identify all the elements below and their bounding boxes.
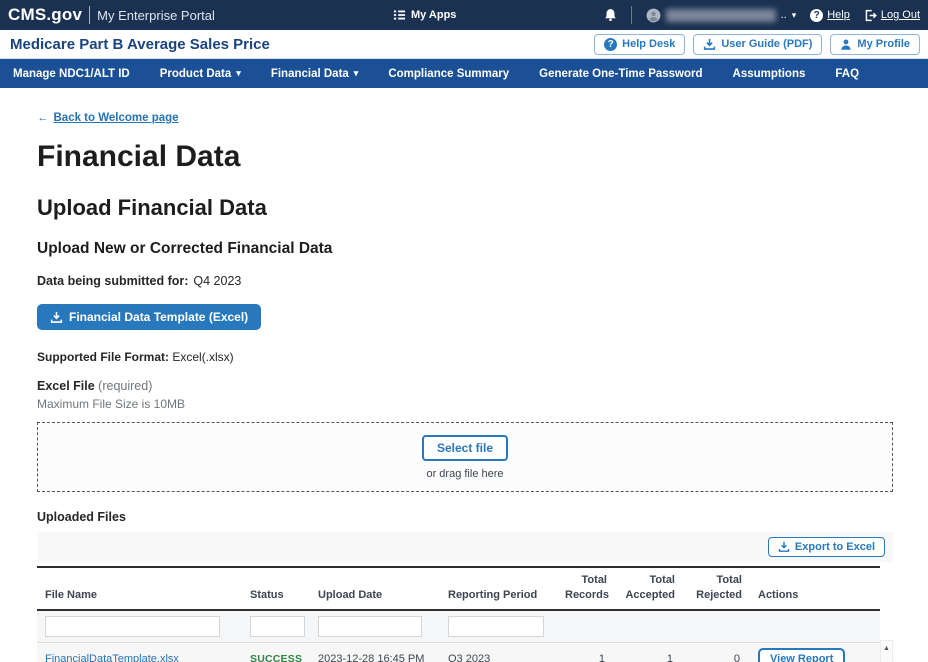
- logout-icon: [864, 9, 877, 22]
- back-arrow-icon: ←: [37, 112, 49, 124]
- main-navigation: Manage NDC1/ALT ID Product Data ▾ Financ…: [0, 59, 928, 88]
- my-profile-label: My Profile: [857, 38, 910, 50]
- user-guide-button[interactable]: User Guide (PDF): [693, 34, 822, 55]
- user-avatar-icon: [646, 8, 661, 23]
- filter-status-input[interactable]: [250, 616, 305, 637]
- user-account-dropdown[interactable]: .. ▾: [646, 8, 797, 23]
- filter-file-name-input[interactable]: [45, 616, 220, 637]
- top-header-bar: CMS.gov My Enterprise Portal My Apps .. …: [0, 0, 928, 30]
- brand-divider: [89, 6, 90, 24]
- help-question-icon: ?: [810, 9, 823, 22]
- financial-data-template-button[interactable]: Financial Data Template (Excel): [37, 304, 261, 330]
- table-scrollbar[interactable]: ▲: [880, 640, 893, 662]
- filter-reporting-period-input[interactable]: [448, 616, 544, 637]
- user-guide-label: User Guide (PDF): [721, 38, 812, 50]
- max-file-size-hint: Maximum File Size is 10MB: [37, 397, 928, 411]
- total-accepted-cell: 1: [615, 642, 683, 662]
- export-button-label: Export to Excel: [795, 541, 875, 553]
- chevron-down-icon: ▾: [354, 69, 359, 78]
- log-out-label: Log Out: [881, 9, 920, 21]
- required-hint: (required): [98, 379, 152, 393]
- chevron-down-icon: ▾: [236, 69, 241, 78]
- reporting-period-cell: Q3 2023: [440, 642, 557, 662]
- download-icon: [50, 311, 63, 324]
- nav-compliance-summary[interactable]: Compliance Summary: [388, 68, 509, 80]
- back-to-welcome-link[interactable]: ← Back to Welcome page: [37, 112, 179, 124]
- view-report-button[interactable]: View Report: [758, 648, 845, 662]
- submitted-for-label: Data being submitted for:: [37, 274, 188, 288]
- section-title: Upload Financial Data: [37, 195, 928, 221]
- select-file-button[interactable]: Select file: [422, 435, 508, 461]
- total-records-cell: 1: [557, 642, 615, 662]
- main-content: ← Back to Welcome page Financial Data Up…: [0, 88, 928, 662]
- nav-financial-data[interactable]: Financial Data ▾: [271, 68, 359, 80]
- app-title-bar: Medicare Part B Average Sales Price ? He…: [0, 30, 928, 59]
- my-apps-label: My Apps: [411, 9, 456, 21]
- help-label: Help: [827, 9, 850, 21]
- col-total-rejected[interactable]: Total Rejected: [683, 567, 750, 610]
- supported-format-label: Supported File Format:: [37, 350, 169, 364]
- chevron-down-icon: ▾: [792, 11, 797, 20]
- table-header-row: File Name Status Upload Date Reporting P…: [37, 567, 880, 610]
- topbar-divider: [631, 6, 632, 24]
- uploaded-files-heading: Uploaded Files: [37, 510, 928, 524]
- help-link[interactable]: ? Help: [810, 9, 850, 22]
- uploaded-files-table: File Name Status Upload Date Reporting P…: [37, 566, 880, 662]
- col-status[interactable]: Status: [242, 567, 310, 610]
- my-profile-button[interactable]: My Profile: [830, 34, 920, 55]
- supported-format-line: Supported File Format: Excel(.xlsx): [37, 350, 928, 364]
- col-total-records[interactable]: Total Records: [557, 567, 615, 610]
- status-badge: SUCCESS: [250, 653, 302, 662]
- excel-file-label: Excel File: [37, 379, 95, 393]
- nav-product-data[interactable]: Product Data ▾: [160, 68, 241, 80]
- username-suffix: ..: [781, 9, 787, 21]
- redacted-username: [666, 9, 776, 22]
- submitted-for-value: Q4 2023: [193, 274, 241, 288]
- supported-format-value: Excel(.xlsx): [172, 350, 233, 364]
- template-button-label: Financial Data Template (Excel): [69, 310, 248, 324]
- excel-file-label-line: Excel File (required): [37, 379, 928, 393]
- help-desk-button[interactable]: ? Help Desk: [594, 34, 685, 55]
- uploaded-files-table-container: File Name Status Upload Date Reporting P…: [37, 566, 893, 662]
- nav-generate-otp[interactable]: Generate One-Time Password: [539, 68, 702, 80]
- table-row: FinancialDataTemplate.xlsx SUCCESS 2023-…: [37, 642, 880, 662]
- my-apps-button[interactable]: My Apps: [393, 0, 456, 30]
- total-rejected-cell: 0: [683, 642, 750, 662]
- export-to-excel-button[interactable]: Export to Excel: [768, 537, 885, 557]
- help-desk-label: Help Desk: [622, 38, 675, 50]
- col-actions: Actions: [750, 567, 880, 610]
- question-circle-icon: ?: [604, 38, 617, 51]
- nav-assumptions[interactable]: Assumptions: [733, 68, 806, 80]
- notifications-bell-icon[interactable]: [604, 8, 617, 22]
- file-name-link[interactable]: FinancialDataTemplate.xlsx: [45, 653, 179, 662]
- portal-name: My Enterprise Portal: [97, 8, 215, 23]
- upload-date-cell: 2023-12-28 16:45 PM: [310, 642, 440, 662]
- log-out-link[interactable]: Log Out: [864, 9, 920, 22]
- person-icon: [840, 38, 852, 51]
- file-dropzone[interactable]: Select file or drag file here: [37, 422, 893, 492]
- table-toolbar: Export to Excel: [37, 532, 893, 562]
- page-title: Financial Data: [37, 140, 928, 174]
- col-file-name[interactable]: File Name: [37, 567, 242, 610]
- cms-brand[interactable]: CMS.gov My Enterprise Portal: [8, 5, 215, 25]
- nav-manage-ndc-alt-id[interactable]: Manage NDC1/ALT ID: [13, 68, 130, 80]
- nav-faq[interactable]: FAQ: [835, 68, 859, 80]
- filter-upload-date-input[interactable]: [318, 616, 422, 637]
- col-upload-date[interactable]: Upload Date: [310, 567, 440, 610]
- app-title: Medicare Part B Average Sales Price: [10, 36, 270, 53]
- apps-list-icon: [393, 9, 406, 21]
- cms-logo: CMS.gov: [8, 5, 82, 25]
- drag-file-hint: or drag file here: [426, 468, 503, 480]
- col-reporting-period[interactable]: Reporting Period: [440, 567, 557, 610]
- table-filter-row: [37, 610, 880, 643]
- data-submitted-for: Data being submitted for: Q4 2023: [37, 274, 928, 288]
- subsection-title: Upload New or Corrected Financial Data: [37, 240, 928, 258]
- scroll-up-arrow[interactable]: ▲: [881, 641, 892, 652]
- download-icon: [703, 38, 716, 51]
- download-icon: [778, 541, 790, 553]
- col-total-accepted[interactable]: Total Accepted: [615, 567, 683, 610]
